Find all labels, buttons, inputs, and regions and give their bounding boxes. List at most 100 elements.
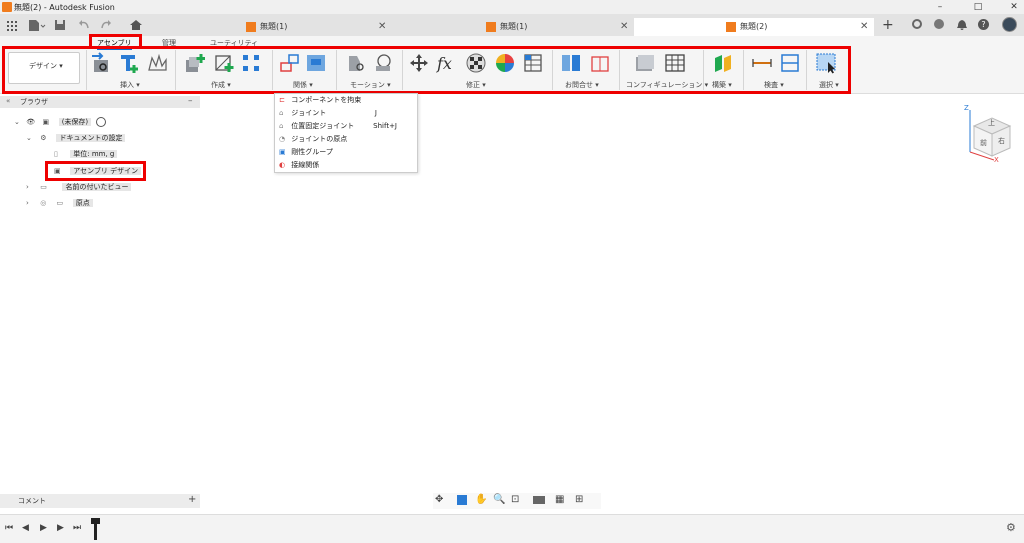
menu-item-tangent[interactable]: ◐ 接線関係 [279,159,319,171]
tree-origin[interactable]: › ◎ ▭ 原点 [26,196,93,210]
physical-material-icon[interactable] [465,52,487,74]
interference-icon[interactable] [589,52,611,74]
tree-named-views[interactable]: › ▭ 名前の付いたビュー [26,180,132,194]
job-status-icon[interactable] [912,19,922,29]
measure-icon[interactable] [560,52,582,74]
group-motion-label[interactable]: モーション ▾ [350,80,391,90]
new-tab-icon[interactable]: + [882,17,894,33]
create-pattern-icon[interactable] [240,52,262,74]
measure-distance-icon[interactable] [751,52,773,74]
viewports-icon[interactable]: ⊞ [575,494,583,505]
look-at-icon[interactable] [457,495,467,505]
viewcube-top-label[interactable]: 上 [988,118,995,128]
hidden-icon[interactable]: ◎ [40,196,54,210]
pan-icon[interactable]: ✋ [475,494,487,505]
tree-root[interactable]: ⌄ 👁 ▣ (未保存) [14,115,107,129]
change-parameters-icon[interactable]: fx [436,52,458,74]
configuration-table-icon[interactable] [664,52,686,74]
display-settings-icon[interactable] [533,496,545,504]
redo-icon[interactable] [98,17,114,33]
create-sketch-icon[interactable] [212,52,234,74]
add-comment-icon[interactable]: + [188,494,196,505]
viewcube-front-label[interactable]: 前 [980,138,987,148]
timeline-settings-icon[interactable]: ⚙ [1006,521,1016,534]
menu-item-rigid-group[interactable]: ▣ 剛性グループ [279,146,333,158]
home-icon[interactable] [128,17,144,33]
motion-study-icon[interactable] [372,52,394,74]
workspace-selector[interactable]: デザイン ▾ [8,52,80,84]
group-select-label[interactable]: 選択 ▾ [819,80,839,90]
tree-doc-settings[interactable]: ⌄ ⚙ ドキュメントの設定 [26,131,126,145]
appearance-icon[interactable] [494,52,516,74]
step-back-icon[interactable]: ◀ [22,523,29,533]
zoom-icon[interactable]: 🔍 [493,494,505,505]
offset-plane-icon[interactable] [712,52,734,74]
menu-item-joint-origin[interactable]: ◔ ジョイントの原点 [279,133,347,145]
select-icon[interactable] [815,52,837,74]
new-component-icon[interactable] [183,52,205,74]
insert-mesh-icon[interactable] [146,52,168,74]
file-menu-icon[interactable] [26,17,46,33]
skip-end-icon[interactable]: ⏭ [73,523,81,533]
extensions-icon[interactable] [934,19,944,29]
avatar[interactable] [1002,17,1017,32]
menu-item-label: 接線関係 [291,161,320,169]
named-views-label: 名前の付いたビュー [62,183,132,191]
group-relation-label[interactable]: 関係 ▾ [293,80,313,90]
skip-start-icon[interactable]: ⏮ [5,523,13,533]
grid-menu-icon[interactable] [4,17,20,33]
minimize-panel-icon[interactable]: – [188,96,193,106]
view-cube[interactable]: 上 前 右 Z X [960,104,1020,164]
close-icon[interactable]: ✕ [860,18,868,36]
group-insert-label[interactable]: 挿入 ▾ [120,80,140,90]
doc-tab-2[interactable]: 無題(1) ✕ [392,18,632,36]
group-construct-label[interactable]: 構築 ▾ [712,80,732,90]
group-inspect-label[interactable]: 検査 ▾ [764,80,784,90]
close-icon[interactable]: ✕ [620,18,628,36]
menu-item-joint[interactable]: ⌂ ジョイント [279,107,326,119]
menu-item-as-built-joint[interactable]: ⌂ 位置固定ジョイント [279,120,354,132]
menu-item-constrain[interactable]: ⊏ コンポーネントを拘束 [279,94,361,106]
insert-derive-icon[interactable] [90,52,112,74]
move-copy-icon[interactable] [408,52,430,74]
visibility-icon[interactable]: 👁 [26,115,40,129]
group-create-label[interactable]: 作成 ▾ [211,80,231,90]
save-icon[interactable] [52,17,68,33]
close-window-button[interactable]: ✕ [1004,0,1024,14]
separator [336,50,337,90]
grid-settings-icon[interactable]: ▦ [555,494,564,505]
group-configuration-label[interactable]: コンフィギュレーション ▾ [626,80,708,90]
doc-tab-3[interactable]: 無題(2) ✕ [634,18,874,36]
assemble-constraint-icon[interactable] [278,52,300,74]
fit-icon[interactable]: ⊡ [511,494,519,505]
group-query-label[interactable]: お問合せ ▾ [565,80,599,90]
timeline-marker-head[interactable] [91,518,100,524]
orbit-icon[interactable]: ✥ [435,494,443,505]
minimize-button[interactable]: – [930,0,950,14]
activate-icon[interactable] [96,117,107,127]
maximize-button[interactable]: □ [968,0,988,14]
section-analysis-icon[interactable] [779,52,801,74]
tree-units[interactable]: ▯ 単位: mm, g [54,147,118,161]
group-modify-label[interactable]: 修正 ▾ [466,80,486,90]
chevron-right-icon[interactable]: › [26,196,38,210]
close-icon[interactable]: ✕ [378,18,386,36]
tree-design-type[interactable]: ▣ アセンブリ デザイン [54,164,142,178]
viewcube-right-label[interactable]: 右 [998,136,1005,146]
assembly-icon: ▣ [42,118,50,126]
step-forward-icon[interactable]: ▶ [57,523,64,533]
manage-materials-icon[interactable] [522,52,544,74]
doc-tab-1[interactable]: 無題(1) ✕ [150,18,390,36]
configure-design-icon[interactable] [634,52,656,74]
collapse-icon[interactable]: « [6,97,10,105]
play-icon[interactable]: ▶ [40,523,47,533]
joint-icon[interactable] [305,52,327,74]
chevron-down-icon[interactable]: ⌄ [14,115,24,129]
chevron-right-icon[interactable]: › [26,180,38,194]
motion-link-icon[interactable] [344,52,366,74]
notifications-icon[interactable] [957,19,967,30]
undo-icon[interactable] [76,17,92,33]
chevron-down-icon[interactable]: ⌄ [26,131,38,145]
insert-component-icon[interactable] [118,52,140,74]
help-icon[interactable]: ? [978,19,989,30]
